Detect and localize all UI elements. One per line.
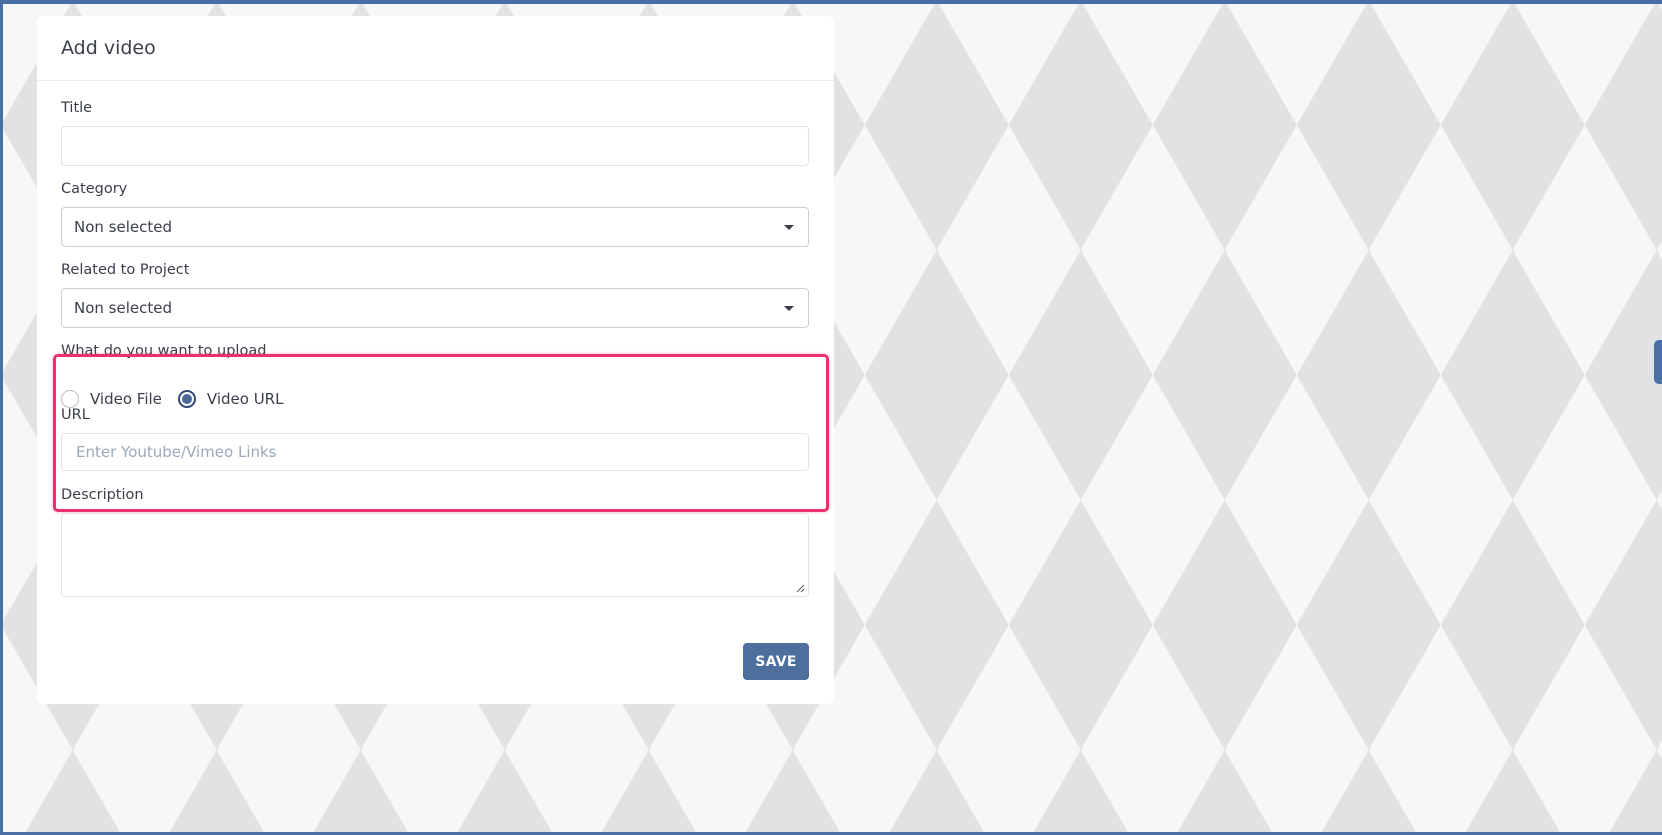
description-textarea[interactable] [61,513,809,597]
radio-option-video-file[interactable]: Video File [61,390,162,408]
save-button[interactable]: SAVE [743,643,809,680]
upload-type-label: What do you want to upload [61,343,267,359]
category-label: Category [61,181,128,197]
description-label: Description [61,487,144,503]
video-url-radio-label: Video URL [206,390,284,408]
add-video-card: Add video Title Category Non selected Re… [37,16,834,704]
upload-type-radio-group: Video File Video URL [61,390,283,408]
url-label: URL [61,407,90,423]
category-select[interactable]: Non selected [61,207,809,247]
top-border-strip [0,0,1662,4]
caret-down-icon [784,225,794,230]
radio-option-video-url[interactable]: Video URL [177,390,284,408]
side-panel-tab[interactable] [1654,340,1662,384]
video-file-radio[interactable] [61,390,79,408]
card-title: Add video [61,37,156,59]
caret-down-icon [784,306,794,311]
related-project-label: Related to Project [61,262,190,278]
url-input[interactable]: Enter Youtube/Vimeo Links [61,433,809,471]
category-selected-value: Non selected [74,218,172,236]
related-project-select[interactable]: Non selected [61,288,809,328]
title-label: Title [61,100,93,116]
related-project-selected-value: Non selected [74,299,172,317]
resize-handle-icon[interactable] [795,583,805,593]
video-file-radio-label: Video File [90,390,162,408]
title-input[interactable] [61,126,809,166]
video-url-radio[interactable] [177,390,196,408]
left-border-strip [0,0,3,835]
url-placeholder: Enter Youtube/Vimeo Links [76,443,277,461]
card-header: Add video [37,16,834,81]
